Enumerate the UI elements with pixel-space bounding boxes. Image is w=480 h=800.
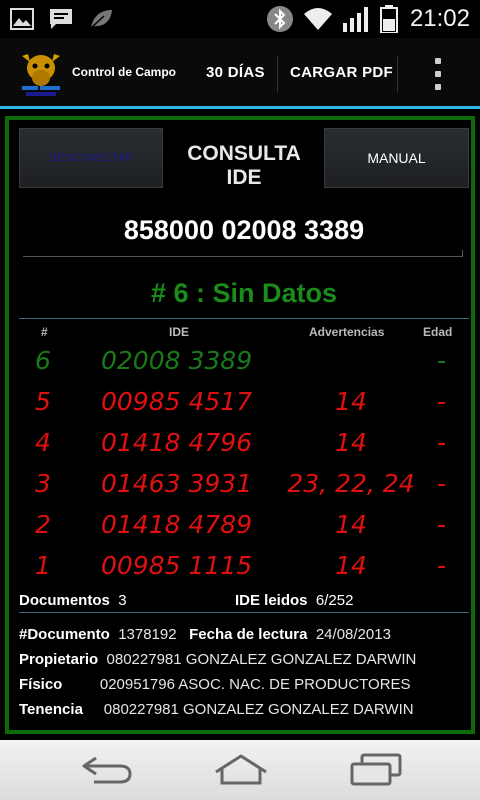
fecha-label: Fecha de lectura xyxy=(189,626,308,643)
row-advertencias: 14 xyxy=(335,551,367,580)
row-edad: - xyxy=(437,387,447,416)
row-ide: 02008 3389 xyxy=(101,346,253,375)
table-row[interactable]: 3 01463 3931 23, 22, 24 - xyxy=(9,465,471,506)
row-ide: 00985 4517 xyxy=(101,387,253,416)
ide-table: 6 02008 3389 - 5 00985 4517 14 - 4 01418… xyxy=(9,342,471,588)
ide-leidos-value: 6/252 xyxy=(315,592,354,609)
tenencia-info: Tenencia 080227981 GONZALEZ GONZALEZ DAR… xyxy=(19,701,469,718)
wifi-icon xyxy=(303,8,332,30)
row-ide: 01418 4796 xyxy=(101,428,253,457)
30-dias-button[interactable]: 30 DÍAS xyxy=(206,56,265,90)
documento-info: #Documento 1378192 Fecha de lectura 24/0… xyxy=(19,626,469,643)
propietario-info: Propietario 080227981 GONZALEZ GONZALEZ … xyxy=(19,651,469,668)
desconectar-button[interactable]: DESCONECTAR xyxy=(19,128,163,188)
propietario-value: 080227981 GONZALEZ GONZALEZ DARWIN xyxy=(106,651,417,668)
row-num: 2 xyxy=(35,510,51,539)
row-num: 5 xyxy=(35,387,51,416)
battery-icon xyxy=(379,5,398,33)
consulta-ide-title: CONSULTA IDE xyxy=(169,142,319,190)
row-edad: - xyxy=(437,469,447,498)
signal-icon xyxy=(342,7,368,32)
home-icon[interactable] xyxy=(212,752,270,788)
row-advertencias: 14 xyxy=(335,510,367,539)
fecha-value: 24/08/2013 xyxy=(315,626,391,643)
consulta-line2: IDE xyxy=(226,166,262,189)
app-logo-icon[interactable] xyxy=(18,46,64,100)
ide-field-underline xyxy=(23,250,463,257)
ide-leidos-summary: IDE leidos 6/252 xyxy=(235,592,353,609)
message-icon xyxy=(50,9,72,29)
consulta-line1: CONSULTA xyxy=(187,142,301,165)
table-row[interactable]: 4 01418 4796 14 - xyxy=(9,424,471,465)
row-num: 1 xyxy=(35,551,51,580)
navigation-bar xyxy=(0,740,480,800)
documentos-summary: Documentos 3 xyxy=(19,592,127,609)
summary-divider xyxy=(19,612,469,613)
table-divider xyxy=(19,318,469,319)
action-bar: Control de Campo 30 DÍAS CARGAR PDF xyxy=(0,38,480,106)
row-edad: - xyxy=(437,346,447,375)
row-ide: 00985 1115 xyxy=(101,551,253,580)
row-edad: - xyxy=(437,428,447,457)
row-advertencias: 14 xyxy=(335,387,367,416)
back-icon[interactable] xyxy=(80,752,136,788)
header-ide: IDE xyxy=(169,325,190,339)
row-ide: 01418 4789 xyxy=(101,510,253,539)
header-num: # xyxy=(41,325,48,339)
status-bar: 21:02 xyxy=(0,0,480,38)
table-row[interactable]: 2 01418 4789 14 - xyxy=(9,506,471,547)
table-row[interactable]: 5 00985 4517 14 - xyxy=(9,383,471,424)
action-bar-divider xyxy=(0,106,480,109)
tenencia-label: Tenencia xyxy=(19,701,83,718)
manual-button[interactable]: MANUAL xyxy=(324,128,469,188)
overflow-menu-icon[interactable] xyxy=(434,58,442,90)
row-num: 3 xyxy=(35,469,51,498)
action-separator xyxy=(277,56,278,92)
row-edad: - xyxy=(437,551,447,580)
documentos-value: 3 xyxy=(118,592,127,609)
app-title: Control de Campo xyxy=(72,65,176,79)
row-edad: - xyxy=(437,510,447,539)
header-advertencias: Advertencias xyxy=(309,325,385,339)
leaf-icon xyxy=(90,10,112,29)
documentos-label: Documentos xyxy=(19,592,110,609)
header-edad: Edad xyxy=(423,325,453,339)
row-num: 4 xyxy=(35,428,51,457)
clock: 21:02 xyxy=(409,5,470,32)
ide-input-field[interactable]: 858000 02008 3389 xyxy=(19,215,469,246)
row-advertencias: 23, 22, 24 xyxy=(287,469,415,498)
propietario-label: Propietario xyxy=(19,651,99,668)
status-title: # 6 : Sin Datos xyxy=(150,278,338,308)
cargar-pdf-button[interactable]: CARGAR PDF xyxy=(290,56,393,90)
row-num: 6 xyxy=(35,346,51,375)
row-ide: 01463 3931 xyxy=(101,469,253,498)
table-row[interactable]: 6 02008 3389 - xyxy=(9,342,471,383)
image-icon xyxy=(10,8,34,30)
fisico-label: Físico xyxy=(19,676,63,693)
ide-leidos-label: IDE leidos xyxy=(235,592,308,609)
main-panel: DESCONECTAR CONSULTA IDE MANUAL 858000 0… xyxy=(5,116,475,734)
table-row[interactable]: 1 00985 1115 14 - xyxy=(9,547,471,588)
row-advertencias: 14 xyxy=(335,428,367,457)
action-separator xyxy=(397,56,398,92)
bluetooth-icon xyxy=(266,6,293,32)
recent-apps-icon[interactable] xyxy=(348,752,404,788)
documento-label: #Documento xyxy=(19,626,110,643)
fisico-value: 020951796 ASOC. NAC. DE PRODUCTORES xyxy=(99,676,411,693)
documento-value: 1378192 xyxy=(118,626,177,643)
tenencia-value: 080227981 GONZALEZ GONZALEZ DARWIN xyxy=(103,701,414,718)
fisico-info: Físico 020951796 ASOC. NAC. DE PRODUCTOR… xyxy=(19,676,469,693)
